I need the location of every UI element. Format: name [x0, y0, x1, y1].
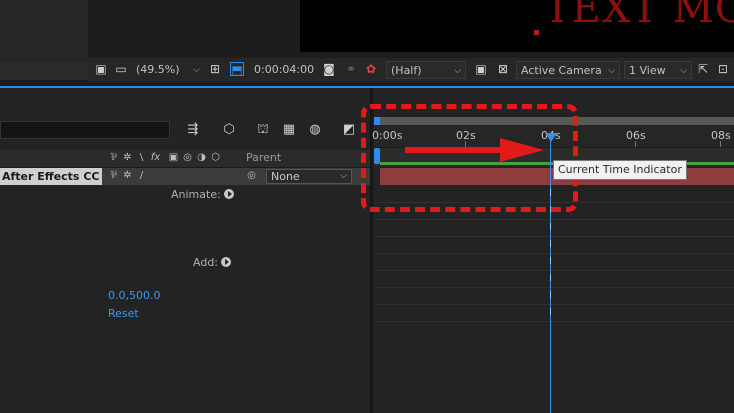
camera-dropdown[interactable]: Active Camera ⌵ — [516, 61, 620, 79]
view-layout-value: 1 View — [629, 64, 666, 77]
chevron-down-icon: ⌵ — [454, 66, 461, 76]
shy-toggle-icon[interactable]: ⅌ — [108, 170, 119, 182]
adjustment-switch-icon: ◑ — [197, 152, 206, 163]
monitor-icon[interactable]: ▭ — [114, 62, 128, 76]
cti-keyframe-marker: I — [549, 256, 552, 267]
reset-link[interactable]: Reset — [108, 307, 139, 320]
cti-keyframe-marker: I — [549, 290, 552, 301]
track-row-divider — [374, 219, 734, 220]
shy-switch-icon: ⅌ — [110, 152, 117, 163]
cti-keyframe-marker: I — [549, 222, 552, 233]
cti-keyframe-marker: I — [549, 239, 552, 250]
track-row-divider — [374, 304, 734, 305]
comp-mini-flowchart-icon[interactable]: ⇶ — [184, 122, 202, 138]
current-timecode[interactable]: 0:00:04:00 — [254, 58, 314, 82]
composition-canvas[interactable]: TEXT MO — [300, 0, 734, 52]
add-label: Add: — [193, 256, 219, 269]
resolution-dropdown[interactable]: (Half) ⌵ — [386, 61, 466, 79]
ruler-tick — [635, 141, 636, 147]
project-panel-scrollbar[interactable] — [0, 62, 88, 80]
chevron-down-icon: ⌵ — [680, 66, 687, 76]
toggle-pixel-aspect-icon[interactable]: ⇱ — [696, 62, 710, 76]
track-row-divider — [374, 236, 734, 237]
collapse-toggle-icon[interactable]: ✲ — [122, 170, 133, 182]
always-preview-icon[interactable]: ▣ — [94, 62, 108, 76]
mask-visibility-icon[interactable]: ⬒ — [230, 62, 244, 77]
collapse-switch-icon: ✲ — [123, 152, 132, 163]
track-row-divider — [374, 287, 734, 288]
chevron-down-icon: ⌵ — [193, 65, 200, 75]
track-row-divider — [374, 321, 734, 322]
parent-column-header: Parent — [246, 151, 282, 164]
region-of-interest-icon[interactable]: ▣ — [474, 62, 488, 76]
canvas-text: TEXT MO — [544, 0, 734, 32]
parent-dropdown[interactable]: None ⌵ — [266, 169, 352, 184]
chevron-down-icon: ⌵ — [340, 171, 347, 181]
add-menu[interactable]: Add: — [193, 256, 232, 269]
layer-name[interactable]: After Effects CC — [0, 168, 102, 185]
show-snapshot-icon[interactable]: ⚭ — [344, 62, 358, 76]
quality-toggle-icon[interactable]: / — [136, 170, 147, 182]
resolution-value: (Half) — [391, 64, 422, 77]
play-arrow-icon[interactable] — [223, 189, 234, 199]
frame-blending-icon[interactable]: ▦ — [280, 122, 298, 138]
effects-switch-icon: fx — [150, 152, 161, 163]
viewer-toolbar: ▣ ▭ (49.5%) ⌵ ⊞ ⬒ 0:00:04:00 ◙ ⚭ ✿ (Half… — [88, 58, 734, 82]
track-row-divider — [374, 253, 734, 254]
camera-value: Active Camera — [521, 64, 602, 77]
motion-blur-icon[interactable]: ◍ — [306, 122, 324, 138]
chevron-down-icon: ⌵ — [608, 66, 615, 76]
animate-label: Animate: — [171, 188, 221, 201]
project-panel — [0, 0, 89, 62]
cti-tooltip: Current Time Indicator — [553, 160, 687, 180]
cti-keyframe-marker: I — [549, 273, 552, 284]
draft-3d-icon[interactable]: ⬡ — [220, 122, 238, 138]
parent-value: None — [271, 170, 300, 183]
magnification-dropdown[interactable]: (49.5%) ⌵ — [132, 61, 204, 79]
annotation-dashed-box — [361, 104, 578, 212]
motion-blur-switch-icon: ◎ — [183, 152, 192, 163]
snapshot-camera-icon[interactable]: ◙ — [322, 62, 336, 76]
layer-search-input[interactable] — [0, 121, 170, 139]
view-layout-dropdown[interactable]: 1 View ⌵ — [624, 61, 692, 79]
anchor-point-marker — [534, 30, 539, 35]
fast-previews-icon[interactable]: ⊡ — [716, 62, 730, 76]
ruler-tick — [720, 141, 721, 147]
3d-layer-switch-icon: ⬡ — [211, 152, 220, 163]
grid-guides-icon[interactable]: ⊞ — [208, 62, 222, 76]
quality-switch-icon: \ — [139, 152, 144, 163]
magnification-value: (49.5%) — [136, 63, 180, 76]
cti-keyframe-marker: I — [549, 307, 552, 318]
pick-whip-icon[interactable]: ◎ — [246, 170, 257, 182]
shy-layers-icon[interactable]: ⛫ — [254, 122, 272, 138]
annotation-arrow-icon — [500, 138, 544, 162]
annotation-arrow-shaft — [405, 147, 505, 153]
track-row-divider — [374, 270, 734, 271]
property-value[interactable]: 0.0,500.0 — [108, 289, 160, 302]
transparency-grid-icon[interactable]: ⊠ — [496, 62, 510, 76]
animate-menu[interactable]: Animate: — [171, 188, 234, 201]
graph-editor-icon[interactable]: ◩ — [340, 122, 358, 138]
frame-blend-switch-icon: ▣ — [168, 152, 179, 163]
color-channels-icon[interactable]: ✿ — [364, 62, 378, 76]
play-arrow-icon[interactable] — [221, 257, 232, 267]
